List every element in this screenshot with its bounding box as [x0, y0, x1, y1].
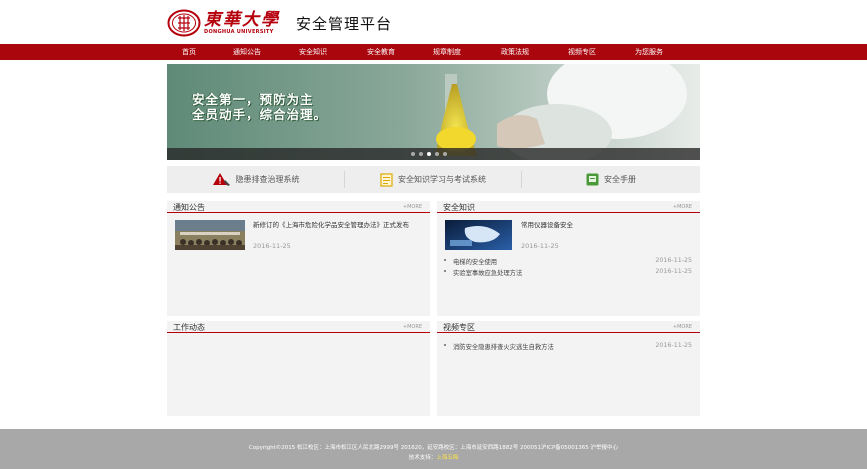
slide-dot-active[interactable] [427, 152, 431, 156]
video-panel-header: 视频专区 +MORE [437, 321, 700, 333]
university-logo[interactable]: 東華大學 DONGHUA UNIVERSITY 安全管理平台 [167, 9, 392, 37]
slide-dot[interactable] [419, 152, 423, 156]
footer-support-label: 技术支持： [408, 455, 437, 461]
bullet [444, 344, 446, 346]
knowledge-panel-title: 安全知识 [443, 203, 475, 212]
list-item-title: 电梯的安全使用 [453, 259, 498, 266]
list-item-title: 消防安全隐患排查火灾逃生自救方法 [453, 344, 554, 351]
notices-panel: 通知公告 +MORE 新修订的《上海市危险化学品安全管理办法》正式发布 2016… [167, 201, 430, 316]
work-news-more-link[interactable]: +MORE [403, 324, 422, 330]
handbook-label: 安全手册 [604, 175, 636, 184]
notices-panel-title: 通知公告 [173, 203, 205, 212]
banner-slogan: 安全第一，预防为主 全员动手，综合治理。 [192, 92, 327, 122]
slogan-line-1: 安全第一，预防为主 [192, 92, 314, 107]
nav-item-services[interactable]: 为您服务 [635, 44, 663, 60]
warning-triangle-icon [212, 172, 231, 187]
work-news-panel: 工作动态 +MORE [167, 321, 430, 416]
bullet [444, 270, 446, 272]
slide-dot[interactable] [443, 152, 447, 156]
footer-copyright: Copyright©2015 松江校区：上海市松江区人民北路2999号 2016… [248, 445, 619, 451]
banner-slide-strip [167, 148, 700, 160]
knowledge-featured-title[interactable]: 常用仪器设备安全 [521, 220, 691, 231]
list-item[interactable]: 实验室事故应急处理方法 2016-11-25 [444, 267, 692, 278]
slogan-line-2: 全员动手，综合治理。 [192, 107, 328, 122]
video-more-link[interactable]: +MORE [673, 324, 692, 330]
nav-item-home[interactable]: 首页 [182, 44, 196, 60]
bullet [444, 259, 446, 261]
list-item[interactable]: 电梯的安全使用 2016-11-25 [444, 256, 692, 267]
nav-item-regulations[interactable]: 规章制度 [433, 44, 461, 60]
list-item-date: 2016-11-25 [655, 268, 692, 275]
site-header: 東華大學 DONGHUA UNIVERSITY 安全管理平台 [0, 0, 867, 44]
hero-banner[interactable]: 安全第一，预防为主 全员动手，综合治理。 [167, 64, 700, 160]
system-links-bar: 隐患排查治理系统 安全知识学习与考试系统 安全手册 [167, 166, 700, 193]
list-item-title: 实验室事故应急处理方法 [453, 270, 523, 277]
hazard-system-label: 隐患排查治理系统 [235, 175, 300, 184]
knowledge-more-link[interactable]: +MORE [673, 204, 692, 210]
slide-dot[interactable] [411, 152, 415, 156]
notices-panel-header: 通知公告 +MORE [167, 201, 430, 213]
notice-thumbnail[interactable] [175, 220, 245, 250]
knowledge-featured-date: 2016-11-25 [521, 242, 559, 250]
work-news-panel-title: 工作动态 [173, 323, 205, 332]
list-item-date: 2016-11-25 [655, 257, 692, 264]
nav-item-knowledge[interactable]: 安全知识 [299, 44, 327, 60]
platform-title: 安全管理平台 [296, 14, 393, 33]
logo-chinese-name: 東華大學 [204, 9, 280, 30]
book-icon [586, 173, 599, 186]
list-item-date: 2016-11-25 [655, 342, 692, 349]
knowledge-thumbnail[interactable] [445, 220, 512, 250]
nav-item-policies[interactable]: 政策法规 [501, 44, 529, 60]
handbook-link[interactable]: 安全手册 [522, 166, 700, 193]
video-panel: 视频专区 +MORE 消防安全隐患排查火灾逃生自救方法 2016-11-25 [437, 321, 700, 416]
main-nav: 首页 通知公告 安全知识 安全教育 规章制度 政策法规 视频专区 为您服务 [0, 44, 867, 60]
work-news-panel-header: 工作动态 +MORE [167, 321, 430, 333]
nav-item-notices[interactable]: 通知公告 [233, 44, 261, 60]
exam-system-link[interactable]: 安全知识学习与考试系统 [345, 166, 521, 193]
knowledge-panel: 安全知识 +MORE 常用仪器设备安全 2016-11-25 电梯的安全使用 2… [437, 201, 700, 316]
footer-support: 技术支持：上海五梅 [0, 453, 867, 461]
nav-item-videos[interactable]: 视频专区 [568, 44, 596, 60]
notice-featured-title[interactable]: 新修订的《上海市危险化学品安全管理办法》正式发布 [253, 220, 423, 231]
knowledge-panel-header: 安全知识 +MORE [437, 201, 700, 213]
exam-system-label: 安全知识学习与考试系统 [398, 175, 486, 184]
university-seal-icon [167, 9, 201, 37]
footer-vendor-link[interactable]: 上海五梅 [436, 455, 458, 461]
site-footer: Copyright©2015 松江校区：上海市松江区人民北路2999号 2016… [0, 429, 867, 469]
notices-more-link[interactable]: +MORE [403, 204, 422, 210]
nav-item-education[interactable]: 安全教育 [367, 44, 395, 60]
notice-featured-date: 2016-11-25 [253, 242, 291, 250]
slide-dot[interactable] [435, 152, 439, 156]
document-list-icon [380, 172, 393, 187]
video-panel-title: 视频专区 [443, 323, 475, 332]
hazard-system-link[interactable]: 隐患排查治理系统 [167, 166, 344, 193]
logo-english-name: DONGHUA UNIVERSITY [204, 28, 274, 35]
list-item[interactable]: 消防安全隐患排查火灾逃生自救方法 2016-11-25 [444, 341, 692, 352]
